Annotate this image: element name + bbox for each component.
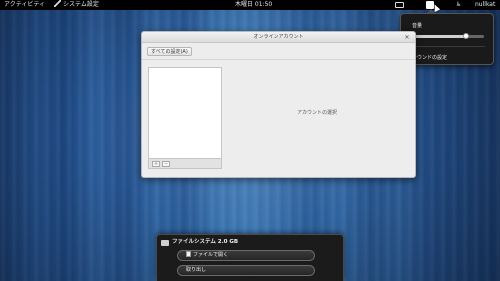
all-settings-button[interactable]: すべての設定(A) [147, 47, 192, 56]
account-list-toolbar: + − [148, 159, 222, 169]
app-menu-label: システム設定 [63, 1, 99, 8]
settings-app-icon [54, 0, 61, 7]
volume-label: 音量 [412, 23, 423, 29]
close-icon[interactable]: ✕ [403, 34, 411, 41]
open-with-files-label: ファイルで開く [193, 252, 229, 258]
eject-button[interactable]: 取り出し [177, 265, 315, 276]
volume-slider[interactable] [412, 33, 484, 39]
accessibility-icon[interactable]: ♿ [456, 1, 461, 9]
volume-slider-fill [412, 35, 466, 38]
clock[interactable]: 木曜日 01:50 [235, 0, 272, 10]
eject-label: 取り出し [186, 267, 207, 273]
notification-title: ファイルシステム 2.0 GB [172, 239, 239, 245]
select-account-placeholder: アカウントの選択 [296, 110, 337, 116]
remove-account-button[interactable]: − [162, 161, 170, 167]
window-titlebar[interactable]: オンラインアカウント ✕ [142, 32, 415, 43]
volume-slider-knob[interactable] [463, 33, 469, 39]
open-with-files-button[interactable]: ファイルで開く [177, 250, 315, 261]
drive-notification: ファイルシステム 2.0 GB ファイルで開く 取り出し [156, 234, 344, 281]
add-account-button[interactable]: + [152, 161, 160, 167]
drive-icon [161, 240, 169, 246]
account-list[interactable] [148, 67, 222, 159]
activities-button[interactable]: アクティビティ [4, 0, 45, 10]
popup-separator [409, 46, 485, 47]
network-icon[interactable] [395, 2, 404, 8]
toolbar-divider [142, 59, 415, 60]
online-accounts-window: オンラインアカウント ✕ すべての設定(A) + − アカウントの選択 [141, 31, 416, 178]
sound-settings-link[interactable]: サウンドの設定 [412, 54, 447, 61]
window-title: オンラインアカウント [253, 34, 304, 40]
user-menu[interactable]: nullkat [475, 0, 495, 10]
app-menu[interactable]: システム設定 [54, 0, 99, 10]
file-icon [186, 251, 191, 257]
top-bar: アクティビティ システム設定 木曜日 01:50 ♿ nullkat [0, 0, 500, 10]
